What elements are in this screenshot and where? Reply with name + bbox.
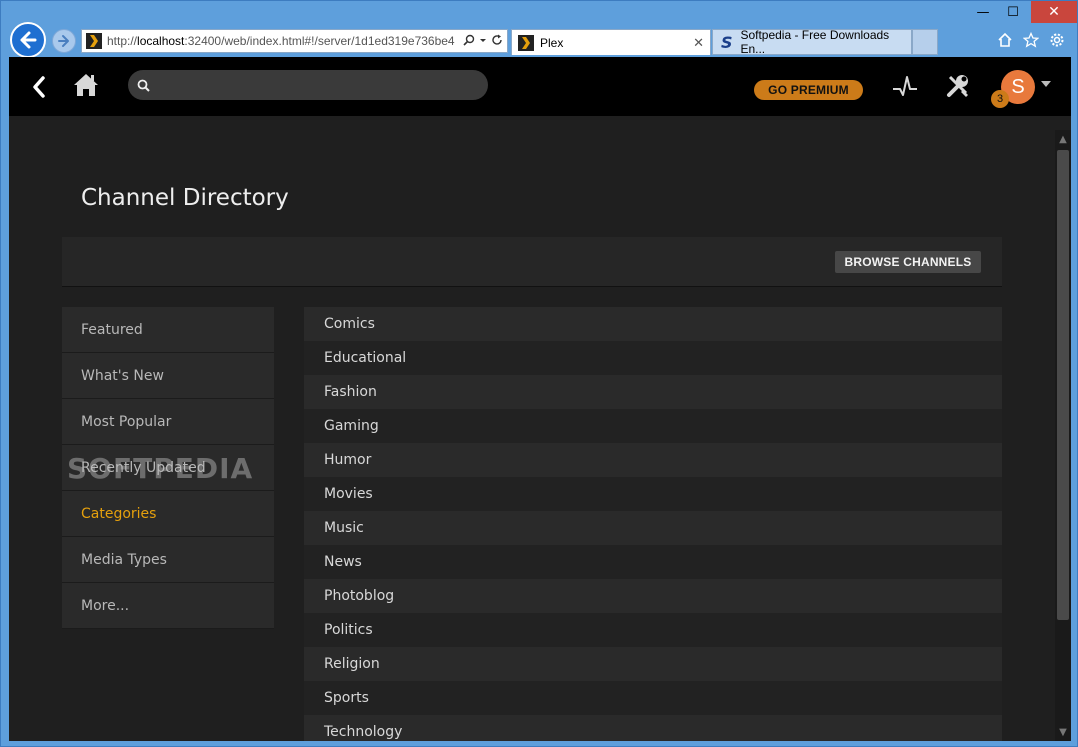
activity-icon [893, 76, 917, 96]
wrench-screwdriver-icon [947, 75, 968, 97]
settings-button[interactable] [944, 72, 972, 100]
category-item[interactable]: Comics [304, 307, 1002, 341]
sidebar-item-featured[interactable]: Featured [62, 307, 274, 353]
browse-channels-button[interactable]: BROWSE CHANNELS [835, 251, 981, 273]
search-icon [137, 79, 150, 92]
plex-back-button[interactable] [29, 75, 49, 99]
softpedia-watermark: SOFTPEDIA [67, 452, 254, 485]
scroll-up-icon[interactable]: ▲ [1058, 134, 1068, 145]
new-tab-button[interactable] [912, 29, 938, 55]
category-item[interactable]: Music [304, 511, 1002, 545]
scroll-down-icon[interactable]: ▼ [1058, 727, 1068, 738]
window-close-button[interactable]: ✕ [1031, 1, 1077, 23]
tab-label: Plex [540, 35, 564, 50]
chevron-left-icon [33, 76, 45, 98]
tab-close-icon[interactable]: ✕ [693, 35, 704, 51]
address-url: http://localhost:32400/web/index.html#!/… [107, 34, 463, 48]
tab-softpedia[interactable]: S Softpedia - Free Downloads En... [712, 28, 912, 56]
page-title: Channel Directory [81, 185, 289, 211]
category-item[interactable]: Politics [304, 613, 1002, 647]
browser-forward-button[interactable] [52, 29, 76, 53]
sidebar-item-media-types[interactable]: Media Types [62, 537, 274, 583]
category-item[interactable]: Gaming [304, 409, 1002, 443]
category-item[interactable]: Educational [304, 341, 1002, 375]
category-item[interactable]: Movies [304, 477, 1002, 511]
softpedia-tab-icon: S [719, 34, 734, 50]
address-host: localhost [137, 34, 185, 48]
go-premium-button[interactable]: GO PREMIUM [754, 80, 863, 100]
address-search-icon[interactable] [463, 34, 475, 49]
sidebar-item-most-popular[interactable]: Most Popular [62, 399, 274, 445]
address-dropdown-icon[interactable] [479, 34, 487, 49]
favorites-star-icon[interactable] [1022, 31, 1040, 49]
category-item[interactable]: Fashion [304, 375, 1002, 409]
tab-label: Softpedia - Free Downloads En... [740, 28, 890, 56]
plex-app: GO PREMIUM S 3 Channel Directory BROWSE … [9, 57, 1071, 741]
category-item[interactable]: Religion [304, 647, 1002, 681]
sidebar-item-whats-new[interactable]: What's New [62, 353, 274, 399]
arrow-left-icon [20, 31, 37, 49]
address-bar[interactable]: http://localhost:32400/web/index.html#!/… [81, 29, 508, 53]
category-item[interactable]: Photoblog [304, 579, 1002, 613]
plex-search-box[interactable] [128, 70, 488, 100]
sidebar-item-more[interactable]: More... [62, 583, 274, 629]
arrow-right-icon [58, 35, 69, 47]
address-prefix: http:// [107, 34, 138, 48]
scroll-thumb[interactable] [1057, 150, 1069, 620]
caret-down-icon[interactable] [1041, 81, 1051, 87]
plex-topbar: GO PREMIUM S 3 [9, 57, 1071, 116]
window-maximize-button[interactable]: ☐ [999, 1, 1027, 23]
plex-tab-icon [518, 34, 534, 51]
address-path: :32400/web/index.html#!/server/1d1ed319e… [184, 34, 455, 48]
category-item[interactable]: Technology [304, 715, 1002, 741]
tab-plex[interactable]: Plex ✕ [511, 29, 711, 55]
svg-text:S: S [721, 34, 733, 50]
category-item[interactable]: Sports [304, 681, 1002, 715]
plex-home-button[interactable] [72, 71, 100, 99]
browser-home-icon[interactable] [996, 31, 1014, 49]
search-input[interactable] [156, 77, 476, 93]
browser-back-button[interactable] [10, 22, 46, 58]
browser-settings-gear-icon[interactable] [1048, 31, 1066, 49]
category-item[interactable]: News [304, 545, 1002, 579]
refresh-icon[interactable] [491, 34, 503, 49]
activity-button[interactable] [891, 73, 919, 101]
browser-chrome: — ☐ ✕ http://localhost:32400/web/index.h… [1, 1, 1078, 58]
sidebar-item-categories[interactable]: Categories [62, 491, 274, 537]
notification-badge: 3 [991, 90, 1009, 108]
category-item[interactable]: Humor [304, 443, 1002, 477]
window-minimize-button[interactable]: — [969, 1, 997, 23]
category-list: Comics Educational Fashion Gaming Humor … [304, 307, 1002, 741]
browser-window: — ☐ ✕ http://localhost:32400/web/index.h… [0, 0, 1078, 747]
home-icon [74, 74, 98, 96]
action-bar: BROWSE CHANNELS [62, 237, 1002, 287]
page-scrollbar[interactable]: ▲ ▼ [1055, 130, 1071, 741]
plex-favicon-icon [86, 33, 102, 49]
